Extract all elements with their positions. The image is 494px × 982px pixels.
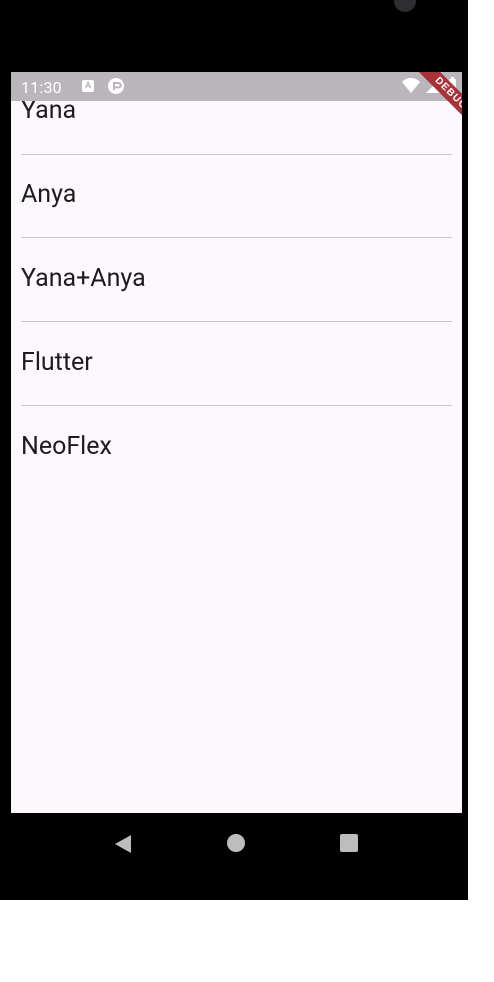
wifi-icon bbox=[402, 77, 420, 93]
notification-app-icon bbox=[107, 77, 125, 99]
app-screen: 11:30 A DEBUG Yana Anya Yana+Anya Flutte… bbox=[11, 72, 462, 813]
list-item-yana-anya[interactable]: Yana+Anya bbox=[21, 239, 452, 322]
list-item-flutter[interactable]: Flutter bbox=[21, 323, 452, 406]
list-item-label: Flutter bbox=[21, 348, 93, 377]
back-icon[interactable] bbox=[114, 834, 132, 858]
status-icons bbox=[400, 76, 462, 100]
camera-icon bbox=[394, 0, 416, 12]
list-item-neoflex[interactable]: NeoFlex bbox=[21, 407, 452, 490]
navigation-bar bbox=[0, 813, 468, 873]
list-item-label: Yana+Anya bbox=[21, 264, 146, 293]
list-item-label: Anya bbox=[21, 180, 77, 209]
signal-icon bbox=[426, 79, 440, 93]
battery-icon bbox=[449, 77, 456, 93]
list-item-label: NeoFlex bbox=[21, 432, 112, 461]
recents-icon[interactable] bbox=[340, 834, 358, 852]
device-frame: 11:30 A DEBUG Yana Anya Yana+Anya Flutte… bbox=[0, 0, 468, 900]
home-icon[interactable] bbox=[227, 834, 245, 852]
list-item-anya[interactable]: Anya bbox=[21, 155, 452, 238]
status-time: 11:30 bbox=[21, 78, 62, 97]
notification-a-icon: A bbox=[82, 80, 94, 92]
status-bar: 11:30 A bbox=[11, 72, 462, 101]
